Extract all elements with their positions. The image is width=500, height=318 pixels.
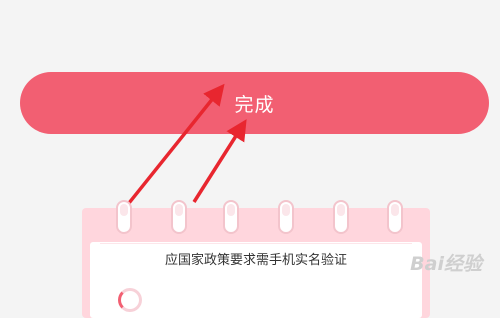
calendar-ring-icon (386, 199, 404, 235)
calendar-ring-icon (332, 199, 350, 235)
calendar-card: 应国家政策要求需手机实名验证 (82, 208, 430, 318)
done-button[interactable]: 完成 (20, 72, 489, 134)
verification-notice: 应国家政策要求需手机实名验证 (164, 253, 347, 268)
progress-ring-icon (118, 288, 142, 312)
arrow-2 (192, 119, 247, 203)
done-button-label: 完成 (234, 93, 275, 116)
calendar-ring-icon (277, 199, 295, 235)
baidu-jingyan-watermark: Bai经验 (410, 253, 482, 275)
calendar-ring-icon (170, 199, 188, 235)
calendar-ring-icon (115, 199, 133, 235)
calendar-ring-icon (222, 199, 240, 235)
calendar-rule (100, 243, 412, 244)
